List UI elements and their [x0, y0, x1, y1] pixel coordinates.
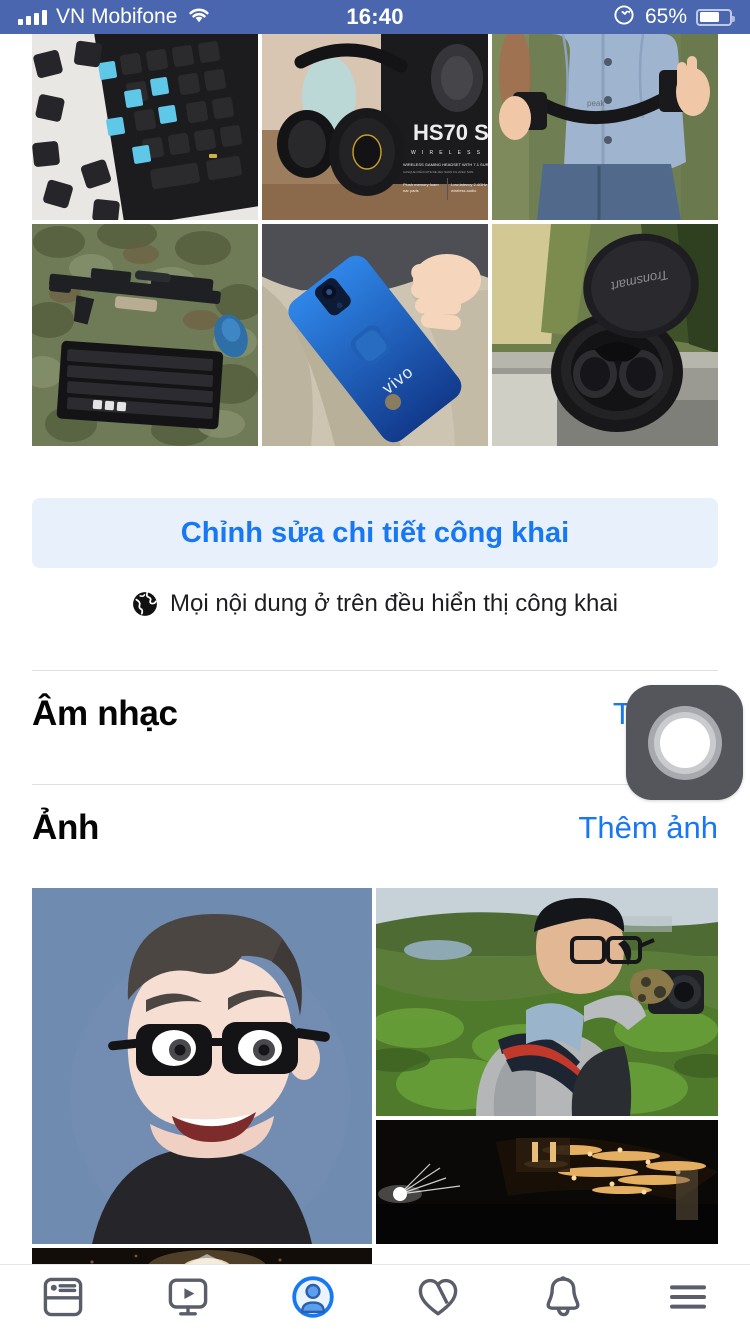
svg-text:peak: peak: [587, 99, 605, 108]
tab-news-feed[interactable]: [0, 1265, 125, 1334]
battery-icon: [696, 8, 735, 26]
facebook-profile-screen: VN Mobifone 16:40 65% HS70 S W I R E L E…: [0, 0, 750, 1334]
edit-public-details-button[interactable]: Chỉnh sửa chi tiết công khai: [32, 498, 718, 568]
tab-watch[interactable]: [125, 1265, 250, 1334]
divider-above-music: [32, 670, 718, 671]
photos-right-column: [376, 888, 718, 1244]
public-visibility-note: Mọi nội dung ở trên đều hiển thị công kh…: [0, 590, 750, 618]
section-title-music: Âm nhạc: [32, 694, 178, 733]
grid-photo-mechanical-keyboard[interactable]: [32, 34, 258, 220]
svg-text:CASQUE D'ÉCOUTE DE JEU SANS FI: CASQUE D'ÉCOUTE DE JEU SANS FIL AVEC SON: [403, 169, 473, 174]
svg-text:Low-latency 2.4GHz: Low-latency 2.4GHz: [451, 182, 487, 187]
grid-photo-tronsmart-earbuds[interactable]: Tronsmart: [492, 224, 718, 446]
add-photo-button[interactable]: Thêm ảnh: [578, 810, 718, 846]
assistive-touch-core: [659, 717, 710, 768]
news-feed-icon: [39, 1273, 87, 1326]
bottom-tab-bar: [0, 1264, 750, 1334]
tab-friends[interactable]: [375, 1265, 500, 1334]
tab-profile[interactable]: [250, 1265, 375, 1334]
assistive-touch-button[interactable]: [626, 685, 743, 800]
section-row-music: Âm nhạc Thêm b: [32, 672, 718, 756]
assistive-touch-outer-ring: [647, 705, 722, 780]
photo-greenhouses-at-night[interactable]: [376, 1120, 718, 1244]
photo-photographer-tea-field[interactable]: [376, 888, 718, 1116]
battery-percent-label: 65%: [644, 5, 687, 28]
assistive-touch-inner-ring: [653, 711, 716, 774]
photos-section-grid: [32, 888, 718, 1272]
clock-label: 16:40: [346, 4, 404, 29]
svg-text:wireless audio: wireless audio: [451, 188, 477, 193]
carrier-label: VN Mobifone: [56, 5, 178, 28]
photos-left-column: [32, 888, 372, 1244]
watch-video-icon: [164, 1273, 212, 1326]
friends-heart-icon: [414, 1273, 462, 1326]
profile-person-icon: [289, 1273, 337, 1326]
svg-text:WIRELESS GAMING HEADSET WITH 7: WIRELESS GAMING HEADSET WITH 7.1 SURROUN…: [403, 162, 488, 167]
grid-photo-corsair-headset[interactable]: HS70 S W I R E L E S S WIRELESS GAMING H…: [262, 34, 488, 220]
tab-notifications[interactable]: [500, 1265, 625, 1334]
public-visibility-text: Mọi nội dung ở trên đều hiển thị công kh…: [169, 590, 619, 617]
signal-bars-icon: [18, 9, 47, 25]
status-bar-left: VN Mobifone: [18, 5, 346, 29]
grid-photo-vivo-phone[interactable]: vivo: [262, 224, 488, 446]
globe-icon: [132, 591, 158, 617]
wifi-icon: [186, 5, 212, 29]
featured-photo-grid: HS70 S W I R E L E S S WIRELESS GAMING H…: [32, 34, 718, 446]
svg-text:ear pads: ear pads: [403, 188, 419, 193]
hamburger-menu-icon: [664, 1273, 712, 1326]
grid-photo-camera-strap[interactable]: peak: [492, 34, 718, 220]
grid-photo-airsoft-and-keyboard[interactable]: [32, 224, 258, 446]
svg-text:W I R E L E S S: W I R E L E S S: [411, 150, 482, 156]
svg-text:Plush memory foam: Plush memory foam: [403, 182, 439, 187]
rotation-lock-icon: [612, 3, 636, 32]
tab-menu[interactable]: [625, 1265, 750, 1334]
section-row-photos: Ảnh Thêm ảnh: [32, 786, 718, 870]
photo-facebook-avatar[interactable]: [32, 888, 372, 1244]
notifications-bell-icon: [539, 1273, 587, 1326]
divider-above-photos: [32, 784, 718, 785]
status-bar: VN Mobifone 16:40 65%: [0, 0, 750, 34]
section-title-photos: Ảnh: [32, 808, 100, 847]
svg-text:HS70 S: HS70 S: [413, 120, 488, 145]
status-bar-right: 65%: [404, 3, 735, 32]
